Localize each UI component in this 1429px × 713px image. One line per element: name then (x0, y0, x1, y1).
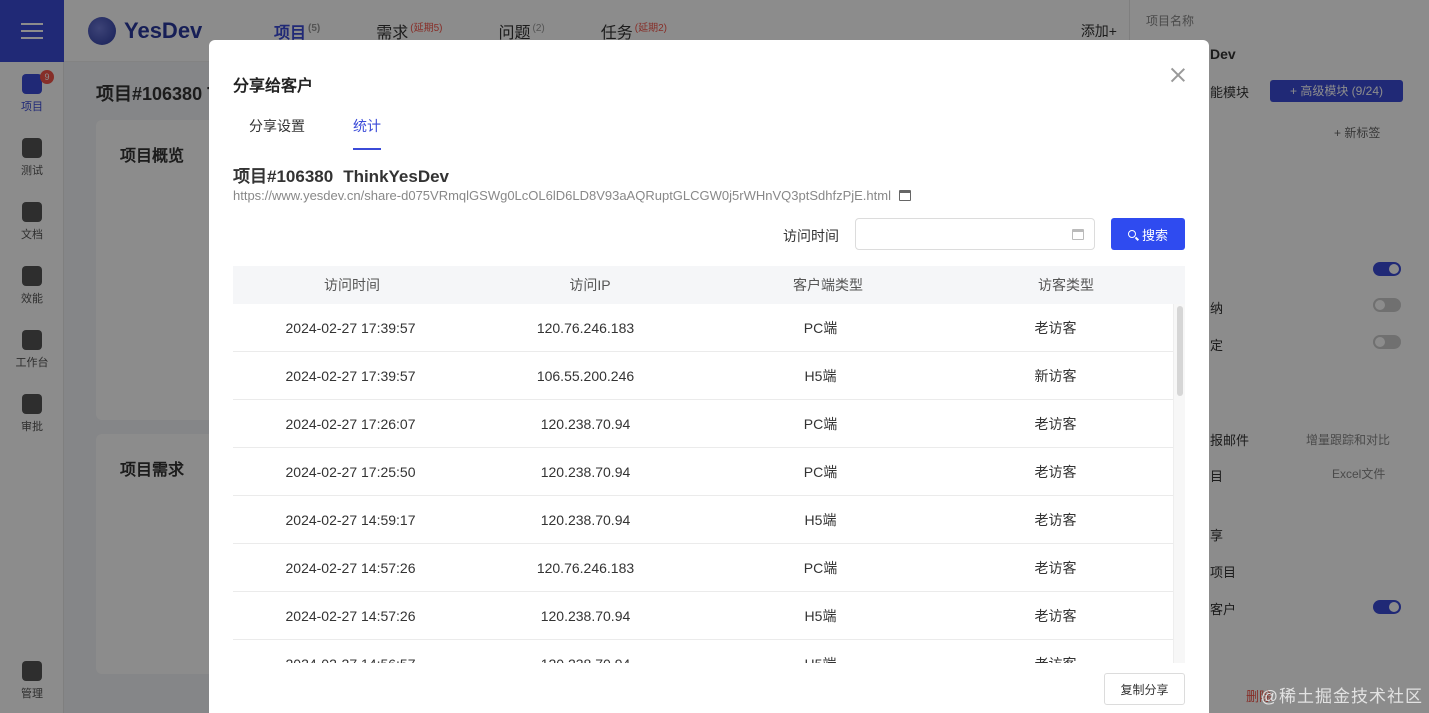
cell-visit-ip: 120.238.70.94 (468, 640, 703, 663)
cell-visitor-type: 老访客 (1034, 512, 1077, 528)
cell-client-type: PC端 (803, 464, 838, 480)
cell-visitor-type: 老访客 (938, 640, 1173, 663)
visit-table: 访问时间 访问IP 客户端类型 访客类型 2024-02-27 17:39:57… (233, 266, 1185, 663)
cell-visitor-type: 老访客 (1034, 608, 1077, 624)
cell-visit-time: 2024-02-27 14:57:26 (285, 560, 416, 576)
watermark: @稀土掘金技术社区 (1260, 687, 1423, 706)
project-heading: 项目#106380 ThinkYesDev (233, 162, 449, 187)
cell-visitor-type: 老访客 (1034, 416, 1077, 432)
table-row: 2024-02-27 17:25:50 120.238.70.94 PC端 老访… (233, 448, 1173, 496)
cell-visit-time: 2024-02-27 17:39:57 (285, 320, 416, 336)
table-row: 2024-02-27 14:56:57 120.238.70.94 H5端 老访… (233, 640, 1173, 663)
tab-statistics[interactable]: 统计 (353, 116, 381, 150)
table-row: 2024-02-27 14:57:26 120.238.70.94 H5端 老访… (233, 592, 1173, 640)
column-header: 访客类型 (1038, 277, 1094, 293)
cell-client-type: H5端 (804, 368, 837, 384)
visit-time-picker[interactable] (855, 218, 1095, 250)
column-header: 客户端类型 (793, 277, 863, 293)
table-row: 2024-02-27 17:39:57 120.76.246.183 PC端 老… (233, 304, 1173, 352)
cell-visitor-type: 老访客 (1034, 560, 1077, 576)
table-header: 访问时间 访问IP 客户端类型 访客类型 (233, 266, 1185, 304)
close-icon[interactable] (1171, 68, 1185, 82)
cell-client-type: H5端 (703, 640, 938, 663)
visit-time-label: 访问时间 (783, 228, 839, 244)
table-row: 2024-02-27 14:59:17 120.238.70.94 H5端 老访… (233, 496, 1173, 544)
visit-time-input[interactable] (856, 219, 1056, 249)
share-url-row: https://www.yesdev.cn/share-d075VRmqlGSW… (233, 188, 911, 203)
cell-visitor-type: 老访客 (1034, 464, 1077, 480)
search-button-label: 搜索 (1141, 227, 1168, 243)
cell-visit-ip: 106.55.200.246 (536, 368, 635, 384)
cell-visit-time: 2024-02-27 14:59:17 (285, 512, 416, 528)
project-id: 项目#106380 (233, 167, 334, 186)
table-scrollbar[interactable] (1173, 304, 1185, 663)
cell-visit-ip: 120.238.70.94 (540, 464, 631, 480)
cell-visit-ip: 120.76.246.183 (536, 560, 635, 576)
cell-visit-time: 2024-02-27 17:26:07 (285, 416, 416, 432)
copy-share-button[interactable]: 复制分享 (1104, 673, 1185, 705)
copy-icon[interactable] (898, 190, 911, 201)
cell-client-type: PC端 (803, 560, 838, 576)
cell-visit-time: 2024-02-27 17:39:57 (285, 368, 416, 384)
tab-share-settings[interactable]: 分享设置 (249, 116, 305, 150)
project-name: ThinkYesDev (343, 167, 450, 186)
cell-visit-ip: 120.76.246.183 (536, 320, 635, 336)
calendar-icon (1072, 229, 1084, 240)
scrollbar-thumb[interactable] (1177, 306, 1183, 396)
search-icon (1127, 230, 1136, 238)
modal-title: 分享给客户 (233, 78, 314, 95)
table-body: 2024-02-27 17:39:57 120.76.246.183 PC端 老… (233, 304, 1185, 663)
share-modal: 分享给客户 分享设置 统计 项目#106380 ThinkYesDev https… (209, 40, 1209, 713)
column-header: 访问时间 (324, 277, 380, 293)
cell-visitor-type: 老访客 (1034, 320, 1077, 336)
cell-visit-time: 2024-02-27 14:57:26 (285, 608, 416, 624)
modal-tabs: 分享设置 统计 (249, 116, 381, 150)
cell-visitor-type: 新访客 (1034, 368, 1077, 384)
table-row: 2024-02-27 14:57:26 120.76.246.183 PC端 老… (233, 544, 1173, 592)
table-row: 2024-02-27 17:26:07 120.238.70.94 PC端 老访… (233, 400, 1173, 448)
search-button[interactable]: 搜索 (1111, 218, 1185, 250)
cell-visit-ip: 120.238.70.94 (540, 512, 631, 528)
cell-visit-ip: 120.238.70.94 (540, 416, 631, 432)
cell-client-type: PC端 (803, 416, 838, 432)
cell-visit-time: 2024-02-27 17:25:50 (285, 464, 416, 480)
cell-visit-ip: 120.238.70.94 (540, 608, 631, 624)
cell-client-type: H5端 (804, 608, 837, 624)
table-row: 2024-02-27 17:39:57 106.55.200.246 H5端 新… (233, 352, 1173, 400)
cell-client-type: PC端 (803, 320, 838, 336)
share-url[interactable]: https://www.yesdev.cn/share-d075VRmqlGSW… (233, 188, 891, 203)
cell-client-type: H5端 (804, 512, 837, 528)
column-header: 访问IP (569, 277, 611, 293)
cell-visit-time: 2024-02-27 14:56:57 (233, 640, 468, 663)
